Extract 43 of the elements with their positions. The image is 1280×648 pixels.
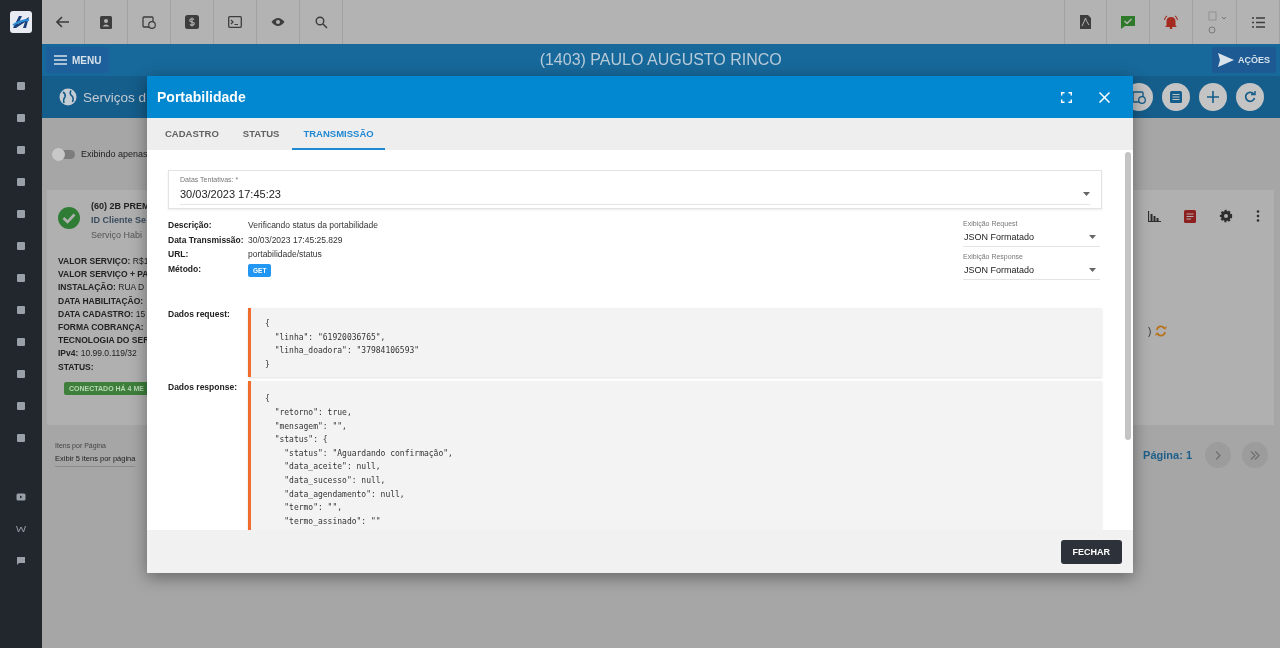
detail-value: 30/03/2023 17:45:25.829 <box>248 234 343 245</box>
detail-label: Data Transmissão: <box>168 234 245 245</box>
actions-button[interactable]: AÇÕES <box>1212 47 1276 73</box>
close-button[interactable]: FECHAR <box>1060 539 1122 564</box>
code-line: "linha": "61920036765", <box>273 331 386 344</box>
detail-label: Método: <box>168 263 203 274</box>
toggle-label: Exibindo apenas <box>81 149 148 159</box>
menu-button[interactable]: MENU <box>46 47 110 73</box>
page-number: Página: 1 <box>1143 449 1192 461</box>
client-id: ID Cliente Se <box>91 215 147 225</box>
code-line: "status": "Aguardando confirmação", <box>283 447 453 460</box>
code-line: "data_sucesso": null, <box>283 474 386 487</box>
code-line: "linha_doadora": "37984106593" <box>273 345 420 358</box>
code-line: "status": { <box>273 434 328 447</box>
dialog-title: Portabilidade <box>157 89 247 105</box>
code-line: "mensagem": "", <box>273 420 347 433</box>
code-line: { <box>265 318 270 330</box>
code-line: "termo_assinado": "" <box>283 515 381 528</box>
request-label: Dados request: <box>168 308 231 321</box>
code-line: { <box>265 393 270 406</box>
service-text: ) <box>1148 325 1152 337</box>
service-field: VALOR SERVIÇO: R$1 <box>58 255 150 269</box>
code-line: } <box>265 358 270 371</box>
detail-value: portabilidade/status <box>248 249 322 259</box>
detail-value: Verificando status da portabilidade <box>248 220 378 230</box>
service-field: DATA HABILITAÇÃO: <box>58 294 150 308</box>
service-field: STATUS: <box>58 360 150 374</box>
code-line: "termo": "", <box>283 502 343 515</box>
service-field: INSTALAÇÃO: RUA D <box>58 281 150 295</box>
detail-label: Descrição: <box>168 220 213 230</box>
code-line: "data_agendamento": null, <box>283 488 405 501</box>
service-status: Serviço Habi <box>91 230 144 240</box>
code-line: "retorno": true, <box>273 406 352 419</box>
service-field: FORMA COBRANÇA: <box>58 321 150 335</box>
detail-label: URL: <box>168 249 190 259</box>
code-line: "data_aceite": null, <box>283 461 381 474</box>
dialog-tab[interactable]: STATUS <box>231 118 291 150</box>
dialog-tab[interactable]: CADASTRO <box>154 118 230 150</box>
service-field: DATA CADASTRO: 15 <box>58 307 150 321</box>
service-field: IPv4: 10.99.0.119/32 <box>58 347 150 361</box>
page-title: Serviços d <box>83 89 147 105</box>
response-label: Dados response: <box>168 381 238 395</box>
customer-title: (1403) PAULO AUGUSTO RINCO <box>538 51 783 69</box>
